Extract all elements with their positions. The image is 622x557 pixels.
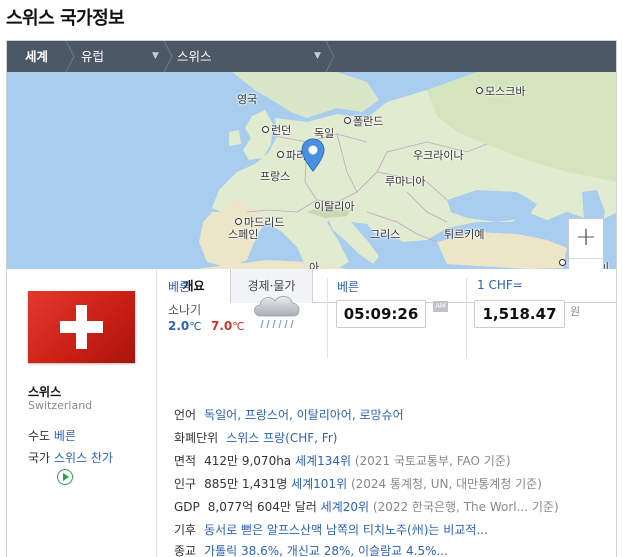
breadcrumb-separator-icon xyxy=(65,41,75,72)
country-name: 스위스 xyxy=(28,385,62,399)
country-name-en: Switzerland xyxy=(28,399,93,412)
location-pin-icon[interactable] xyxy=(301,138,325,172)
clock-city: 베른 xyxy=(337,280,360,294)
tab-bar: 개요 경제·물가 xyxy=(157,269,616,304)
chevron-down-icon[interactable]: ▼ xyxy=(152,41,159,72)
rain-cloud-icon xyxy=(254,295,300,329)
country-map[interactable]: 영국 모스크바 런던 독일 폴란드 파리 우크라이나 프랑스 루마니아 마드리드… xyxy=(7,72,616,269)
breadcrumb: 세계 유럽 ▼ 스위스 ▼ xyxy=(7,41,616,72)
map-label-poland: 폴란드 xyxy=(344,113,383,129)
weather-city[interactable]: 베른 xyxy=(168,278,190,295)
divider xyxy=(327,278,328,358)
religion-link[interactable]: 가톨릭 38.6%, 개신교 28%, 이슬람교 4.5%... xyxy=(204,544,448,557)
fx-unit: 원 xyxy=(570,305,581,318)
info-row-language: 언어 독일어, 프랑스어, 이탈리아어, 로망슈어 xyxy=(174,408,404,422)
info-row-population: 인구 885만 1,431명 세계101위 (2024 통계청, UN, 대만통계… xyxy=(174,477,542,491)
anthem-label: 국가 xyxy=(28,451,51,465)
weather-widget: 베른 소나기 2.0℃ 7.0℃ xyxy=(168,278,245,333)
info-row-gdp: GDP 8,077억 604만 달러 세계20위 (2022 한국은행, The … xyxy=(174,500,559,514)
gdp-rank-link[interactable]: 세계20위 xyxy=(321,500,369,514)
map-label-fragment: 아 xyxy=(309,261,320,269)
language-link[interactable]: 독일어, 프랑스어, 이탈리아어, 로망슈어 xyxy=(204,408,404,422)
page-title: 스위스 국가정보 xyxy=(6,8,125,29)
temp-high: 7.0℃ xyxy=(211,319,245,333)
info-row-currency: 화폐단위 스위스 프랑(CHF, Fr) xyxy=(174,431,338,445)
play-icon[interactable] xyxy=(57,469,73,485)
map-label-spain: 스페인 xyxy=(228,228,259,241)
info-row-religion: 종교 가톨릭 38.6%, 개신교 28%, 이슬람교 4.5%... xyxy=(174,544,448,557)
capital-label: 수도 xyxy=(28,429,51,443)
chevron-down-icon[interactable]: ▼ xyxy=(314,41,321,72)
map-label-italy: 이탈리아 xyxy=(314,200,355,213)
map-label-turkey: 튀르키예 xyxy=(444,228,485,241)
flag-image xyxy=(28,291,135,363)
weather-condition: 소나기 xyxy=(168,303,202,317)
climate-link[interactable]: 동서로 뻗은 알프스산맥 남쪽의 티치노주(州)는 비교적... xyxy=(204,523,488,537)
map-label-romania: 루마니아 xyxy=(385,175,426,188)
fx-label[interactable]: 1 CHF= xyxy=(477,278,523,292)
population-rank-link[interactable]: 세계101위 xyxy=(291,477,347,491)
info-row-climate: 기후 동서로 뻗은 알프스산맥 남쪽의 티치노주(州)는 비교적... xyxy=(174,523,488,537)
zoom-in-button[interactable]: + xyxy=(569,219,603,258)
breadcrumb-country[interactable]: 스위스 xyxy=(177,41,212,72)
capital-row: 수도 베른 xyxy=(28,427,76,444)
currency-link[interactable]: 스위스 프랑(CHF, Fr) xyxy=(226,431,337,445)
local-time: 05:09:26 xyxy=(336,300,426,328)
breadcrumb-separator-icon xyxy=(163,41,173,72)
map-label-france: 프랑스 xyxy=(260,170,291,183)
map-label-ukraine: 우크라이나 xyxy=(413,149,464,162)
am-pm-badge: AM xyxy=(433,301,448,312)
zoom-out-button[interactable]: − xyxy=(569,258,603,269)
map-label-uk: 영국 xyxy=(237,93,258,106)
breadcrumb-region[interactable]: 유럽 xyxy=(81,41,104,72)
anthem-row: 국가 스위스 찬가 xyxy=(28,449,113,466)
map-label-london: 런던 xyxy=(262,122,291,138)
breadcrumb-separator-icon xyxy=(325,41,335,72)
map-zoom-control: + − xyxy=(568,218,604,269)
capital-link[interactable]: 베른 xyxy=(54,429,76,443)
info-row-area: 면적 412만 9,070ha 세계134위 (2021 국토교통부, FAO 기… xyxy=(174,454,511,468)
area-rank-link[interactable]: 세계134위 xyxy=(295,454,351,468)
anthem-link[interactable]: 스위스 찬가 xyxy=(54,451,113,465)
divider xyxy=(466,278,467,358)
breadcrumb-world[interactable]: 세계 xyxy=(25,41,48,72)
map-label-moscow: 모스크바 xyxy=(476,83,525,99)
temp-low: 2.0℃ xyxy=(168,319,202,333)
map-label-greece: 그리스 xyxy=(370,228,401,241)
country-summary: 스위스 Switzerland 수도 베른 국가 스위스 찬가 xyxy=(7,269,157,557)
fx-value: 1,518.47 xyxy=(474,300,565,328)
